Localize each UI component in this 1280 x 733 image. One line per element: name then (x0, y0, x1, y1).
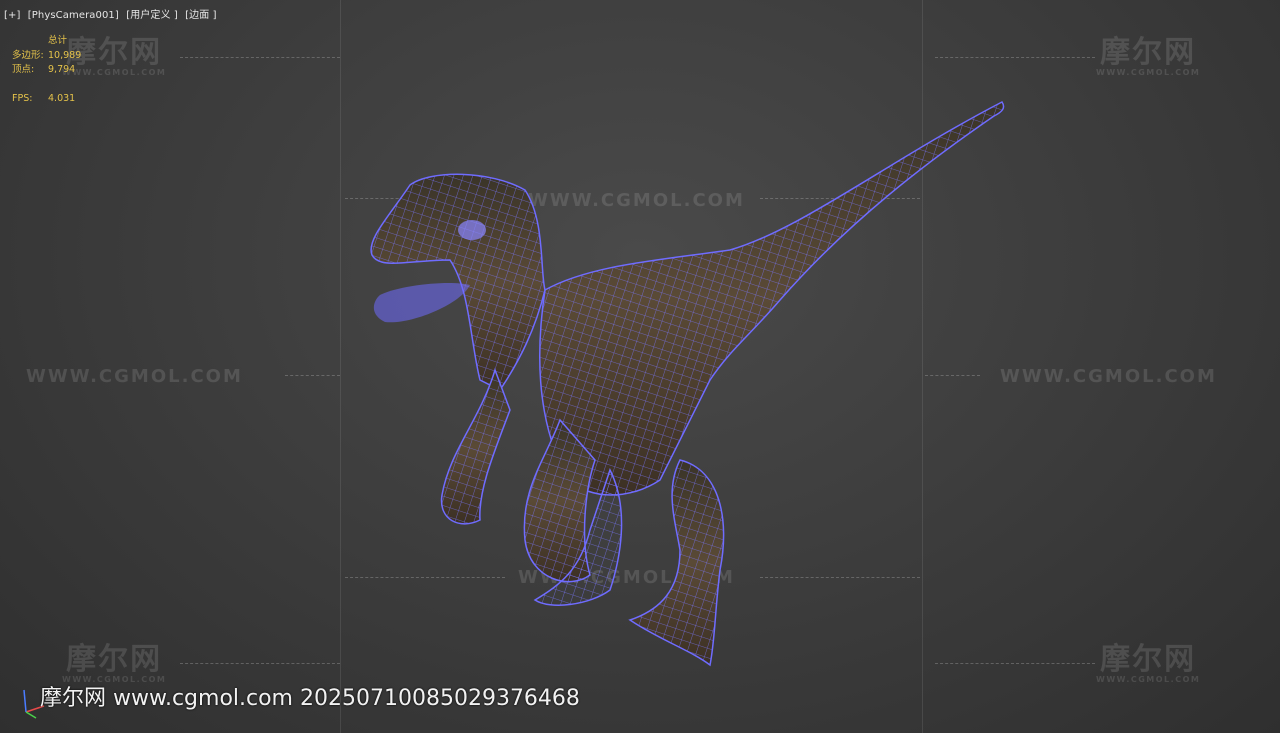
fps-label: FPS: (12, 92, 33, 104)
guide-line (180, 663, 340, 664)
raptor-jaw (373, 283, 470, 323)
vertices-label: 顶点: (12, 64, 35, 75)
footer-watermark-text: 摩尔网 www.cgmol.com 2025071008502937646​8 (40, 686, 580, 711)
stats-header: 总计 (48, 35, 68, 46)
watermark-logo: 摩尔网 WWW.CGMOL.COM (62, 642, 167, 685)
viewport-display-menu[interactable]: [边面 ] (185, 10, 216, 21)
raptor-body (370, 101, 1005, 667)
watermark-logo: 摩尔网 WWW.CGMOL.COM (1096, 35, 1201, 78)
polygons-value: 10,989 (48, 49, 82, 61)
watermark-logo: 摩尔网 WWW.CGMOL.COM (1096, 642, 1201, 685)
fps-value: 4.031 (48, 92, 76, 104)
viewport-statistics: 总计 多边形: 10,989 顶点: 9,794 FPS: 4.031 (12, 34, 81, 106)
viewport-label-menu: [+] [PhysCamera001] [用户定义 ] [边面 ] (4, 6, 221, 21)
perspective-viewport[interactable]: 摩尔网 WWW.CGMOL.COM 摩尔网 WWW.CGMOL.COM 摩尔网 WWW… (0, 0, 1280, 733)
polygons-label: 多边形: (12, 49, 44, 61)
viewport-camera-menu[interactable]: [PhysCamera001] (28, 10, 119, 21)
raptor-eye (458, 220, 486, 240)
guide-line (180, 57, 340, 58)
velociraptor-wireframe-model[interactable] (330, 90, 1030, 690)
vertices-value: 9,794 (48, 64, 76, 75)
guide-line (935, 57, 1095, 58)
viewport-general-menu[interactable]: [+] (4, 10, 20, 21)
watermark-url: WWW.CGMOL.COM (26, 366, 243, 387)
watermark-url: WWW.CGMOL.COM (1000, 366, 1217, 387)
viewport-shading-menu[interactable]: [用户定义 ] (126, 10, 178, 21)
